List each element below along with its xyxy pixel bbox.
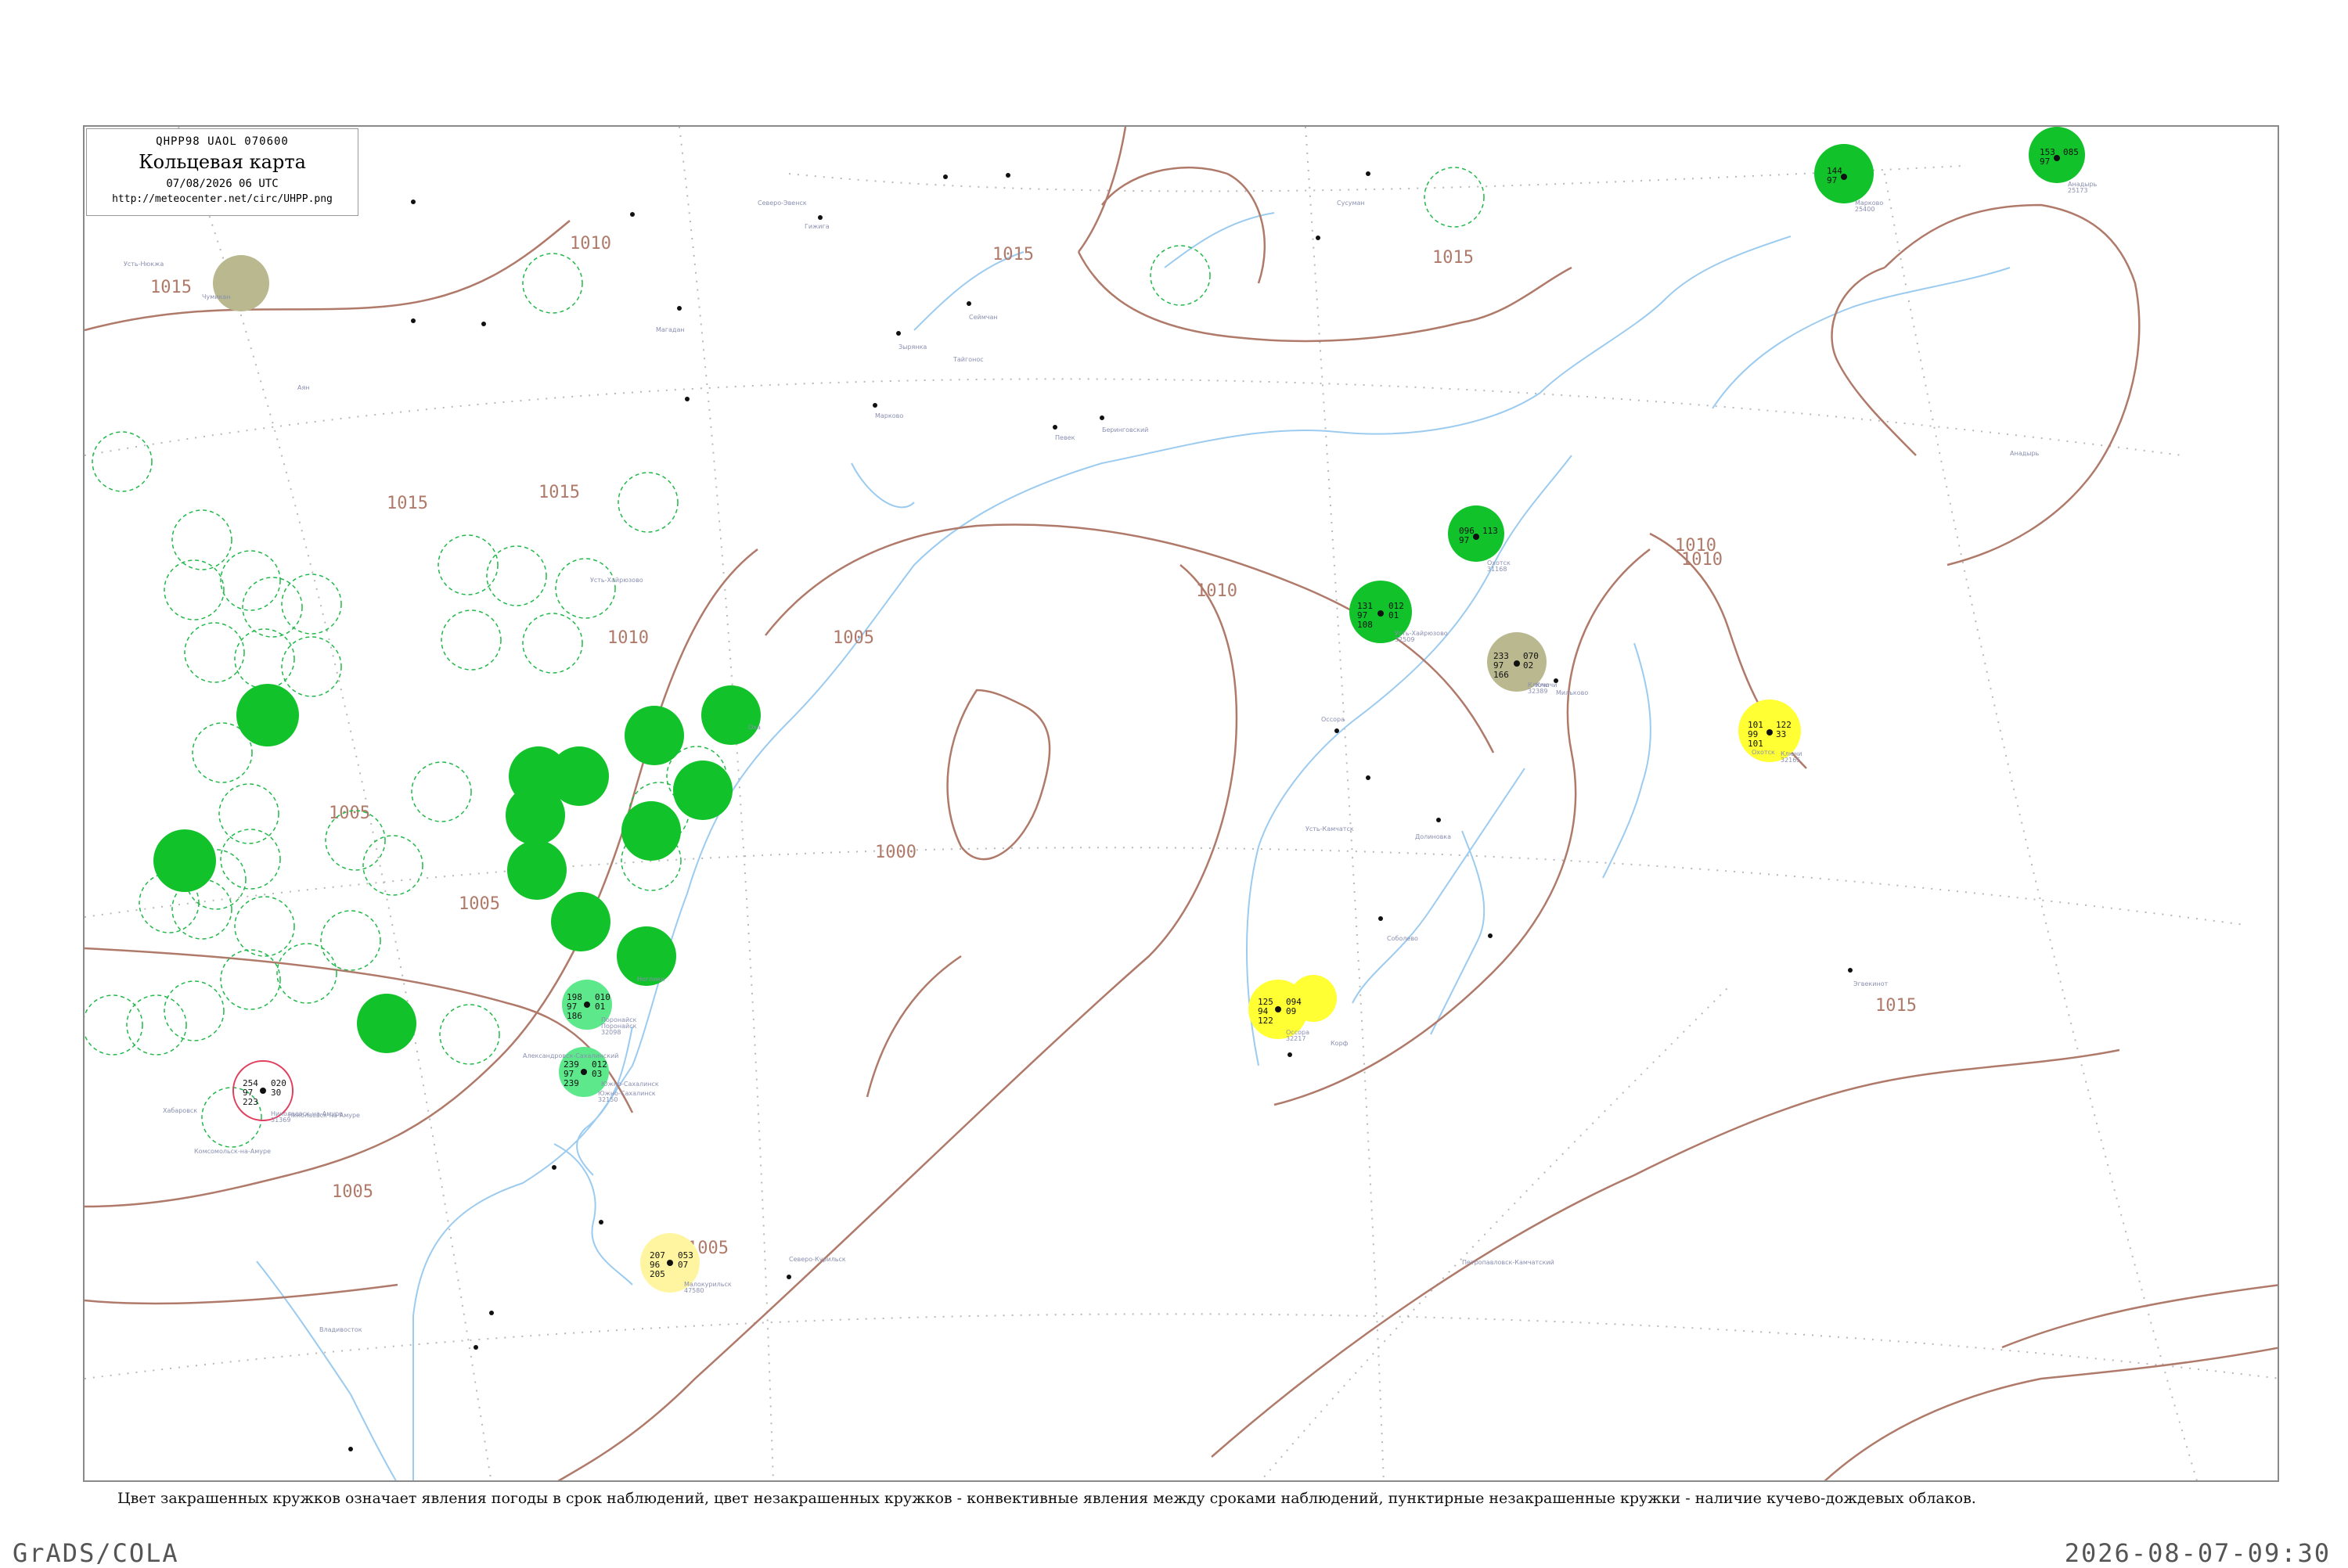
isobar-label: 1015 [1432,248,1474,268]
weather-map: 1015 1015 1015 1015 1010 1010 1010 1010 … [85,127,2278,1480]
svg-text:Ключи: Ключи [1536,682,1557,689]
svg-text:Анадырь: Анадырь [2010,450,2040,457]
map-title: Кольцевая карта [139,151,306,173]
svg-text:Долиновка: Долиновка [1415,833,1451,840]
svg-text:Магадан: Магадан [656,326,685,333]
isobar-label: 1015 [150,278,192,297]
svg-text:108: 108 [1357,620,1373,630]
svg-text:Эгвекинот: Эгвекинот [1853,980,1889,987]
svg-text:Сусуман: Сусуман [1337,200,1365,207]
svg-text:Зырянка: Зырянка [899,343,927,351]
svg-text:101: 101 [1748,739,1763,749]
isobar-label: 1015 [1875,996,1917,1016]
svg-text:Охотск: Охотск [1752,749,1775,756]
svg-text:239: 239 [564,1078,579,1088]
svg-text:Северо-Эвенск: Северо-Эвенск [758,200,807,207]
isobar-labels: 1015 1015 1015 1015 1010 1010 1010 1010 … [150,234,1917,1258]
station-markers [348,171,1853,1451]
svg-text:Северо-Курильск: Северо-Курильск [789,1256,846,1263]
svg-text:97: 97 [1827,175,1837,185]
isobar-label: 1015 [387,494,428,513]
svg-text:Аян: Аян [297,384,310,391]
svg-text:166: 166 [1493,670,1509,680]
svg-text:32509: 32509 [1395,636,1414,643]
svg-text:Гижига: Гижига [805,223,830,230]
isobar-label: 1005 [833,628,874,648]
svg-text:25400: 25400 [1855,206,1874,213]
svg-text:Александровск-Сахалинский: Александровск-Сахалинский [523,1052,619,1059]
isobar-label: 1005 [329,804,370,823]
isobar-label: 1000 [875,843,917,862]
svg-text:Певек: Певек [1055,434,1075,441]
svg-text:02: 02 [1523,660,1533,671]
svg-text:32165: 32165 [1781,757,1800,764]
svg-text:113: 113 [1482,526,1498,536]
isobar-label: 1005 [332,1182,373,1202]
filled-station-circles [153,127,2085,1293]
svg-text:Беринговский: Беринговский [1102,426,1148,433]
map-frame: 1015 1015 1015 1015 1010 1010 1010 1010 … [83,125,2279,1482]
map-url[interactable]: http://meteocenter.net/circ/UHPP.png [87,193,358,205]
svg-text:33: 33 [1776,729,1786,739]
svg-text:Николаевск-на-Амуре: Николаевск-на-Амуре [288,1112,360,1119]
isobars [85,127,2278,1480]
svg-text:31168: 31168 [1487,566,1507,573]
svg-text:09: 09 [1286,1006,1296,1016]
svg-text:223: 223 [243,1097,258,1107]
legend-caption: Цвет закрашенных кружков означает явлени… [117,1490,1976,1507]
svg-text:Комсомольск-на-Амуре: Комсомольск-на-Амуре [194,1148,271,1155]
svg-text:32098: 32098 [601,1029,621,1036]
bulletin-code: QHPP98 UAOL 070600 [156,135,289,148]
svg-text:Петропавловск-Камчатский: Петропавловск-Камчатский [1462,1259,1554,1266]
svg-text:Корф: Корф [1331,1040,1349,1047]
isobar-label: 1010 [607,628,649,648]
svg-text:Чумикан: Чумикан [202,293,230,300]
svg-text:Марково: Марково [875,412,903,419]
svg-text:32217: 32217 [1286,1035,1305,1042]
svg-text:Оссора: Оссора [1321,716,1345,723]
svg-text:122: 122 [1258,1016,1273,1026]
isobar-label: 1010 [1196,581,1237,601]
map-date: 07/08/2026 06 UTC [166,178,279,190]
svg-text:Тайгонос: Тайгонос [953,356,984,363]
svg-text:Владивосток: Владивосток [319,1326,362,1333]
svg-text:47580: 47580 [684,1287,704,1294]
svg-text:Поронайск: Поронайск [601,1016,637,1023]
svg-text:085: 085 [2063,147,2079,157]
svg-text:07: 07 [678,1260,688,1270]
isobar-label: 1005 [459,894,500,914]
map-header: QHPP98 UAOL 070600 Кольцевая карта 07/08… [86,128,358,216]
svg-text:Соболево: Соболево [1387,935,1418,942]
station-names: Охотск Корф Соболево Долиновка Мильково … [124,200,2040,1333]
svg-text:97: 97 [2040,156,2050,167]
svg-text:186: 186 [567,1011,582,1021]
isobar-label: 1010 [1681,550,1723,570]
svg-text:97: 97 [1459,535,1469,545]
svg-text:Сеймчан: Сеймчан [969,314,998,321]
svg-text:25173: 25173 [2068,187,2087,194]
svg-text:Южно-Сахалинск: Южно-Сахалинск [601,1081,659,1088]
isobar-label: 1015 [992,245,1034,264]
svg-text:32150: 32150 [598,1096,618,1103]
svg-text:Хабаровск: Хабаровск [163,1107,197,1114]
svg-text:Усть-Камчатск: Усть-Камчатск [1305,825,1354,833]
svg-text:30: 30 [271,1088,281,1098]
svg-text:Усть-Нюкжа: Усть-Нюкжа [124,261,164,268]
svg-text:Оха: Оха [748,724,761,731]
svg-text:205: 205 [650,1269,665,1279]
render-timestamp: 2026-08-07-09:30 [2064,1538,2331,1568]
software-credit: GrADS/COLA [13,1538,179,1568]
svg-text:Мильково: Мильково [1556,689,1588,696]
svg-text:Ноглики: Ноглики [637,976,664,983]
svg-text:03: 03 [592,1069,602,1079]
svg-text:01: 01 [1388,610,1399,620]
svg-text:32389: 32389 [1528,688,1547,695]
isobar-label: 1010 [570,234,611,254]
isobar-label: 1015 [538,483,580,502]
svg-text:01: 01 [595,1002,605,1012]
graticule [85,127,2278,1480]
svg-text:Усть-Хайрюзово: Усть-Хайрюзово [590,577,643,584]
